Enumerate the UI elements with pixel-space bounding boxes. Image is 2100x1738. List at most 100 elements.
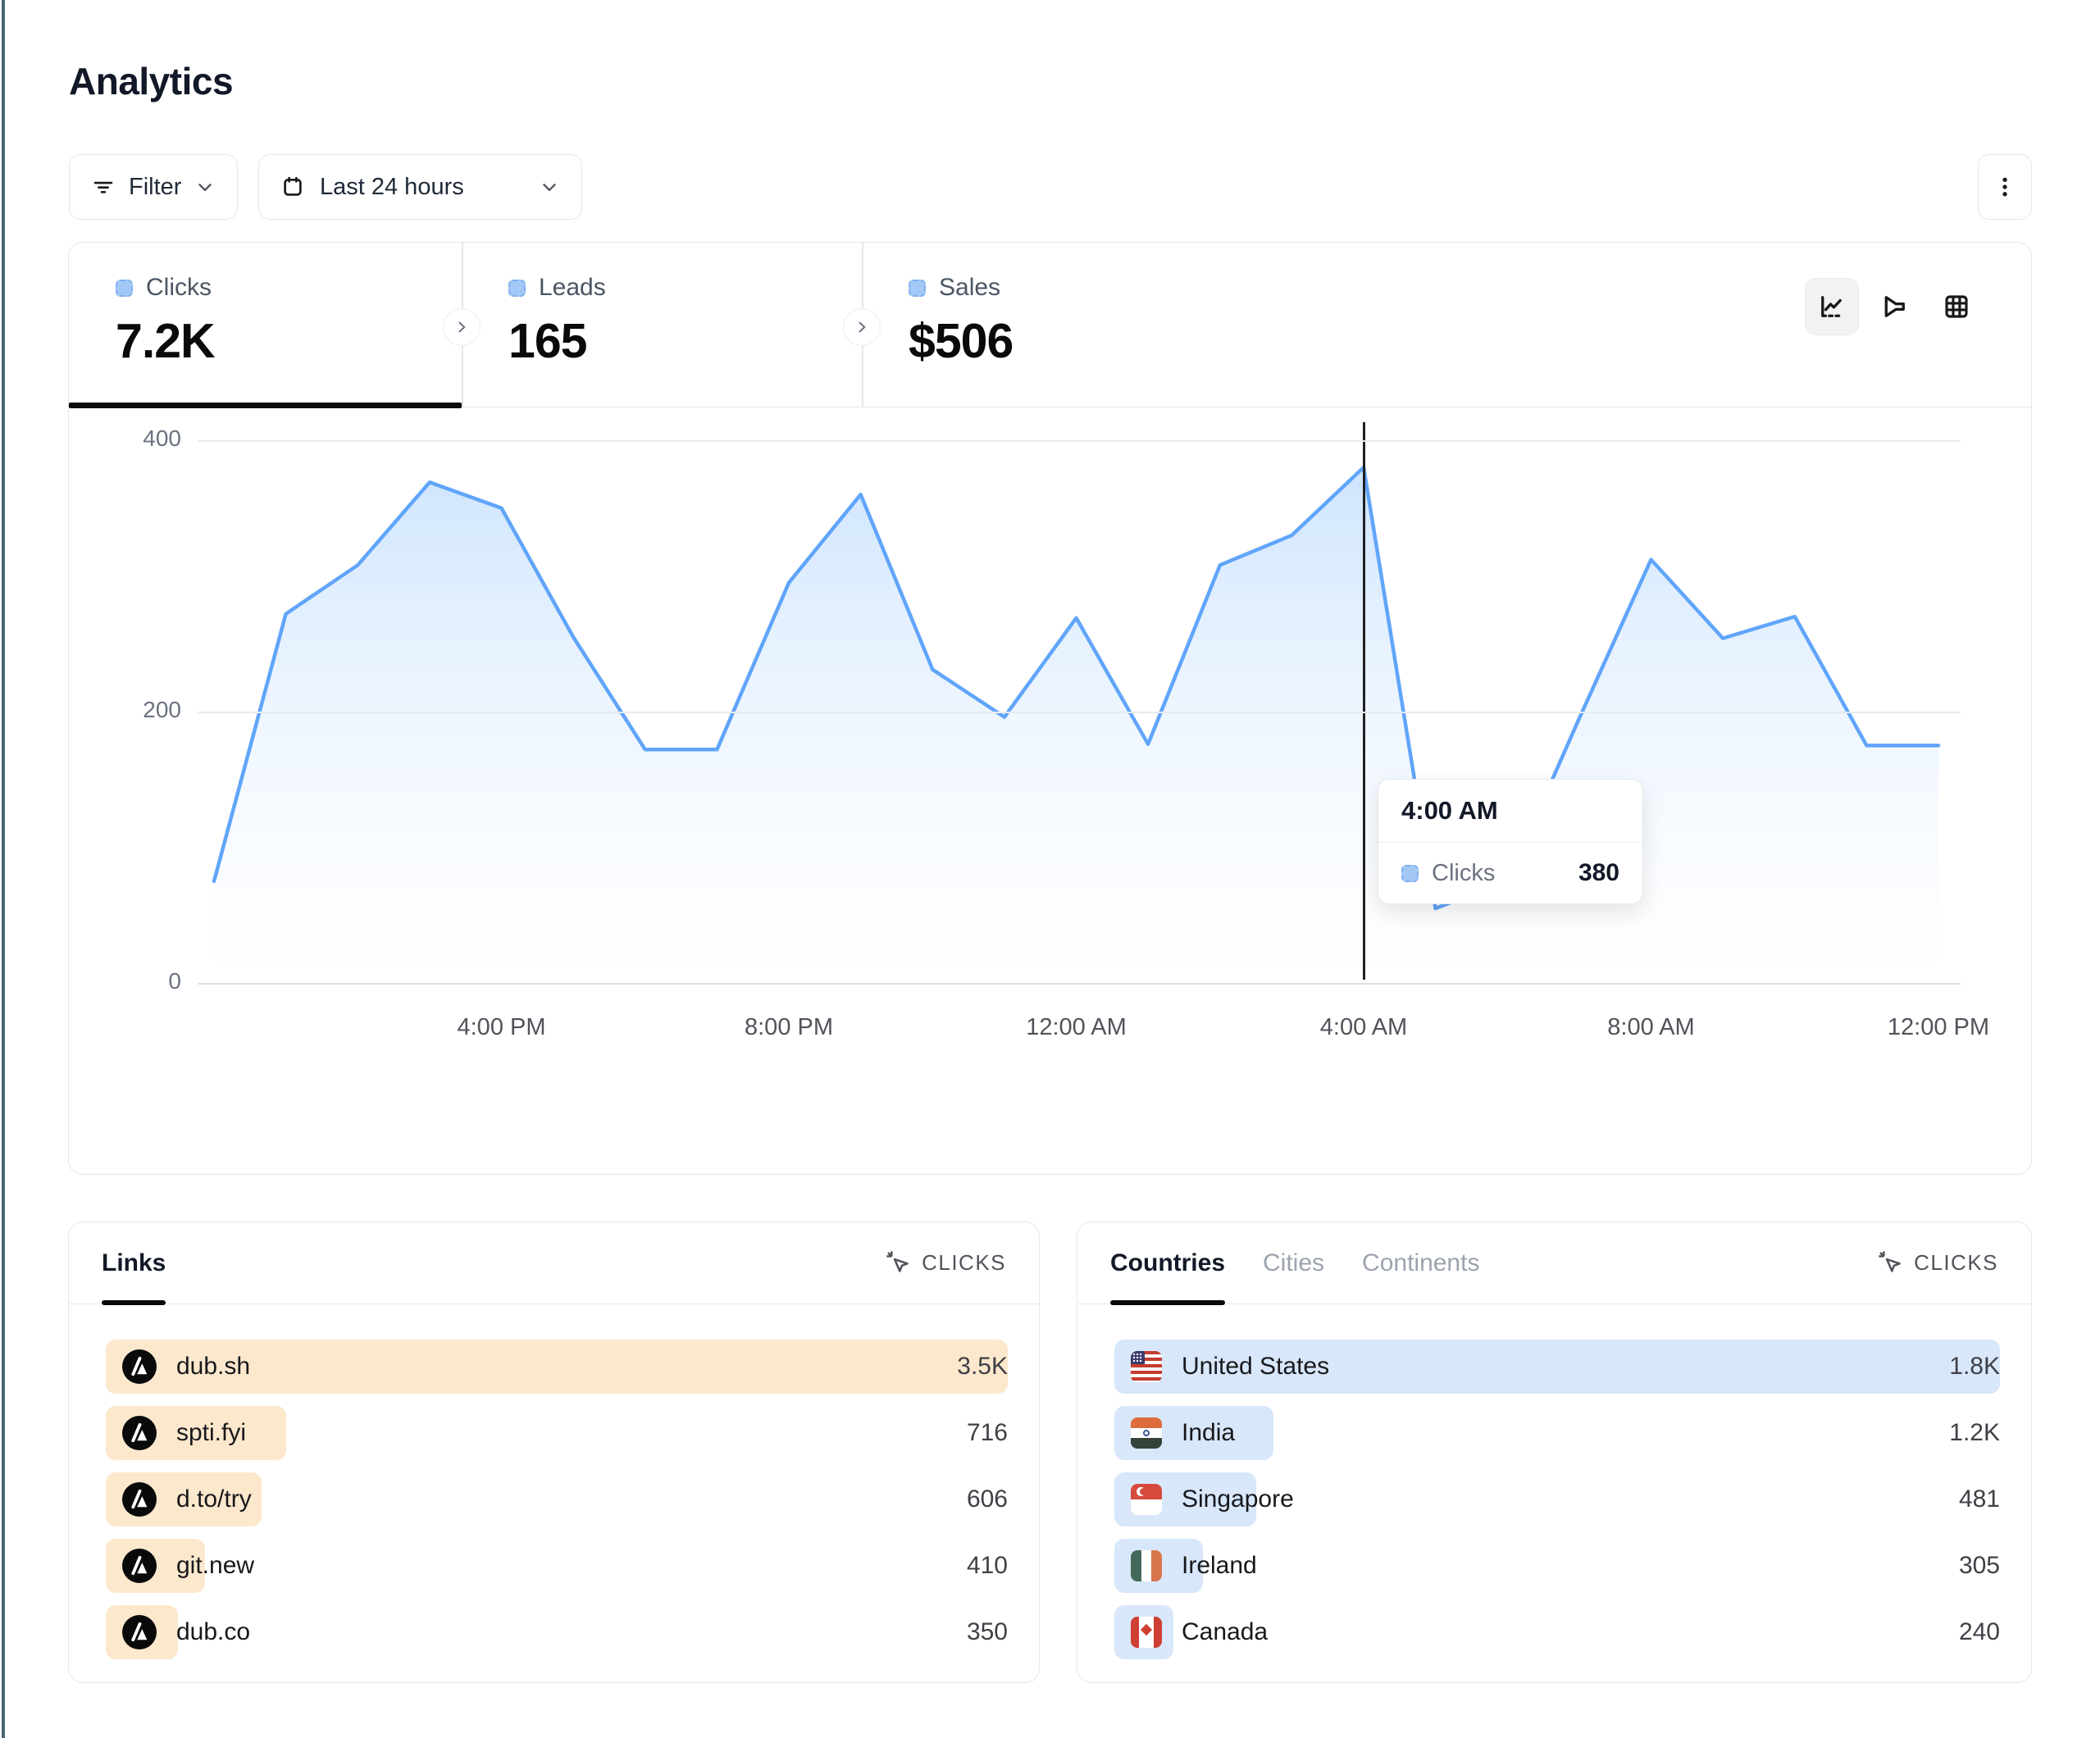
chevron-down-icon [194, 176, 216, 198]
y-axis-label: 200 [112, 697, 181, 723]
links-panel: Links CLICKS dub.sh3.5K spti.fyi 716 d.to/t… [68, 1222, 1040, 1683]
y-axis-label: 0 [112, 968, 181, 994]
more-options-button[interactable] [1978, 154, 2032, 220]
row-value: 716 [967, 1419, 1008, 1447]
x-axis-label: 4:00 AM [1320, 1014, 1407, 1041]
tab-continents[interactable]: Continents [1362, 1222, 1479, 1304]
table-view-view-button[interactable] [1929, 278, 1984, 335]
row-name: Ireland [1182, 1552, 1257, 1580]
flag-ie-icon [1131, 1550, 1162, 1581]
row-value: 240 [1959, 1618, 2000, 1646]
dub-logo-icon [122, 1482, 157, 1517]
chevron-right-icon [854, 319, 870, 335]
line-chart-view-button[interactable] [1805, 278, 1859, 335]
list-item-singapore[interactable]: Singapore481 [1114, 1472, 2000, 1526]
list-item-ireland[interactable]: Ireland 305 [1114, 1539, 2000, 1593]
x-axis-label: 8:00 PM [745, 1014, 833, 1041]
expand-metric-button[interactable] [443, 308, 481, 346]
stat-label: Leads [539, 274, 606, 302]
row-value: 410 [967, 1552, 1008, 1580]
dub-logo-icon [122, 1615, 157, 1649]
dub-logo-icon [122, 1416, 157, 1450]
gridline-y-400 [198, 440, 1961, 442]
list-item-git-new[interactable]: git.new 410 [106, 1539, 1008, 1593]
tooltip-time: 4:00 AM [1378, 780, 1642, 843]
kebab-menu-icon [1993, 173, 2017, 201]
row-value: 305 [1959, 1552, 2000, 1580]
flag-in-icon [1131, 1417, 1162, 1449]
metric-legend-swatch [909, 280, 926, 297]
gridline-y-0 [198, 983, 1961, 985]
calendar-icon [280, 175, 305, 199]
stat-value: 7.2K [116, 313, 462, 369]
flag-sg-icon [1131, 1484, 1162, 1515]
countries-metric-sort[interactable]: CLICKS [1878, 1250, 1998, 1276]
funnel-chart-view-button[interactable] [1867, 278, 1921, 335]
row-name: Canada [1182, 1618, 1268, 1646]
list-item-india[interactable]: India1.2K [1114, 1406, 2000, 1460]
tab-label: Countries [1110, 1249, 1225, 1277]
page-title: Analytics [69, 59, 233, 103]
list-item-canada[interactable]: Canada 240 [1114, 1605, 2000, 1659]
table-view-icon [1942, 292, 1971, 321]
tab-links[interactable]: Links [102, 1222, 166, 1304]
chevron-right-icon [453, 319, 470, 335]
row-name: d.to/try [176, 1485, 252, 1513]
row-value: 350 [967, 1618, 1008, 1646]
funnel-chart-icon [1879, 292, 1909, 321]
stat-label: Sales [939, 274, 1000, 302]
dub-logo-icon [122, 1349, 157, 1384]
row-name: spti.fyi [176, 1419, 246, 1447]
tooltip-metric-value: 380 [1578, 859, 1619, 887]
list-item-united-states[interactable]: United States1.8K [1114, 1340, 2000, 1394]
analytics-card: Clicks 7.2K Leads 165Sales$506 4:00 AM Clic… [68, 242, 2032, 1175]
clicks-legend-swatch [1401, 865, 1419, 882]
tab-label: Continents [1362, 1249, 1479, 1277]
row-name: United States [1182, 1353, 1329, 1381]
line-chart-icon [1817, 292, 1847, 321]
window-edge-divider [2, 0, 5, 1738]
filter-icon [91, 175, 116, 199]
dub-logo-icon [122, 1549, 157, 1583]
stat-tab-clicks[interactable]: Clicks 7.2K [69, 243, 462, 407]
flag-us-icon [1131, 1351, 1162, 1382]
row-value: 606 [967, 1485, 1008, 1513]
links-panel-header: Links CLICKS [69, 1222, 1039, 1304]
tab-countries[interactable]: Countries [1110, 1222, 1225, 1304]
row-name: git.new [176, 1552, 254, 1580]
filter-button[interactable]: Filter [69, 154, 238, 220]
row-name: dub.co [176, 1618, 250, 1646]
x-axis-label: 12:00 PM [1888, 1014, 1989, 1041]
metric-legend-swatch [508, 280, 526, 297]
chart-area-fill [214, 467, 1938, 983]
list-item-d-to-try[interactable]: d.to/try 606 [106, 1472, 1008, 1526]
x-axis-label: 12:00 AM [1026, 1014, 1127, 1041]
stat-tab-sales[interactable]: Sales$506 [862, 243, 1291, 407]
stat-value: 165 [508, 313, 862, 369]
row-value: 481 [1959, 1485, 2000, 1513]
row-name: dub.sh [176, 1353, 250, 1381]
list-item-dub-sh[interactable]: dub.sh3.5K [106, 1340, 1008, 1394]
stat-tab-leads[interactable]: Leads 165 [462, 243, 862, 407]
gridline-y-200 [198, 712, 1961, 713]
chevron-down-icon [539, 176, 560, 198]
cursor-click-icon [886, 1250, 912, 1276]
countries-metric-label: CLICKS [1914, 1250, 1998, 1276]
list-item-spti-fyi[interactable]: spti.fyi 716 [106, 1406, 1008, 1460]
chart-view-switcher [1805, 278, 1984, 335]
flag-ca-icon [1131, 1617, 1162, 1648]
countries-panel-header: Countries Cities Continents CLICKS [1077, 1222, 2031, 1304]
date-range-label: Last 24 hours [320, 174, 464, 201]
chart-crosshair-line [1363, 422, 1366, 980]
links-metric-label: CLICKS [922, 1250, 1006, 1276]
filter-button-label: Filter [129, 174, 181, 201]
chart-plot[interactable] [198, 425, 1961, 983]
chart-tooltip: 4:00 AM Clicks 380 [1378, 779, 1643, 904]
list-item-dub-co[interactable]: dub.co 350 [106, 1605, 1008, 1659]
tab-cities[interactable]: Cities [1263, 1222, 1324, 1304]
expand-metric-button[interactable] [843, 308, 881, 346]
links-metric-sort[interactable]: CLICKS [886, 1250, 1006, 1276]
date-range-button[interactable]: Last 24 hours [258, 154, 582, 220]
row-name: India [1182, 1419, 1235, 1447]
stat-label: Clicks [146, 274, 212, 302]
